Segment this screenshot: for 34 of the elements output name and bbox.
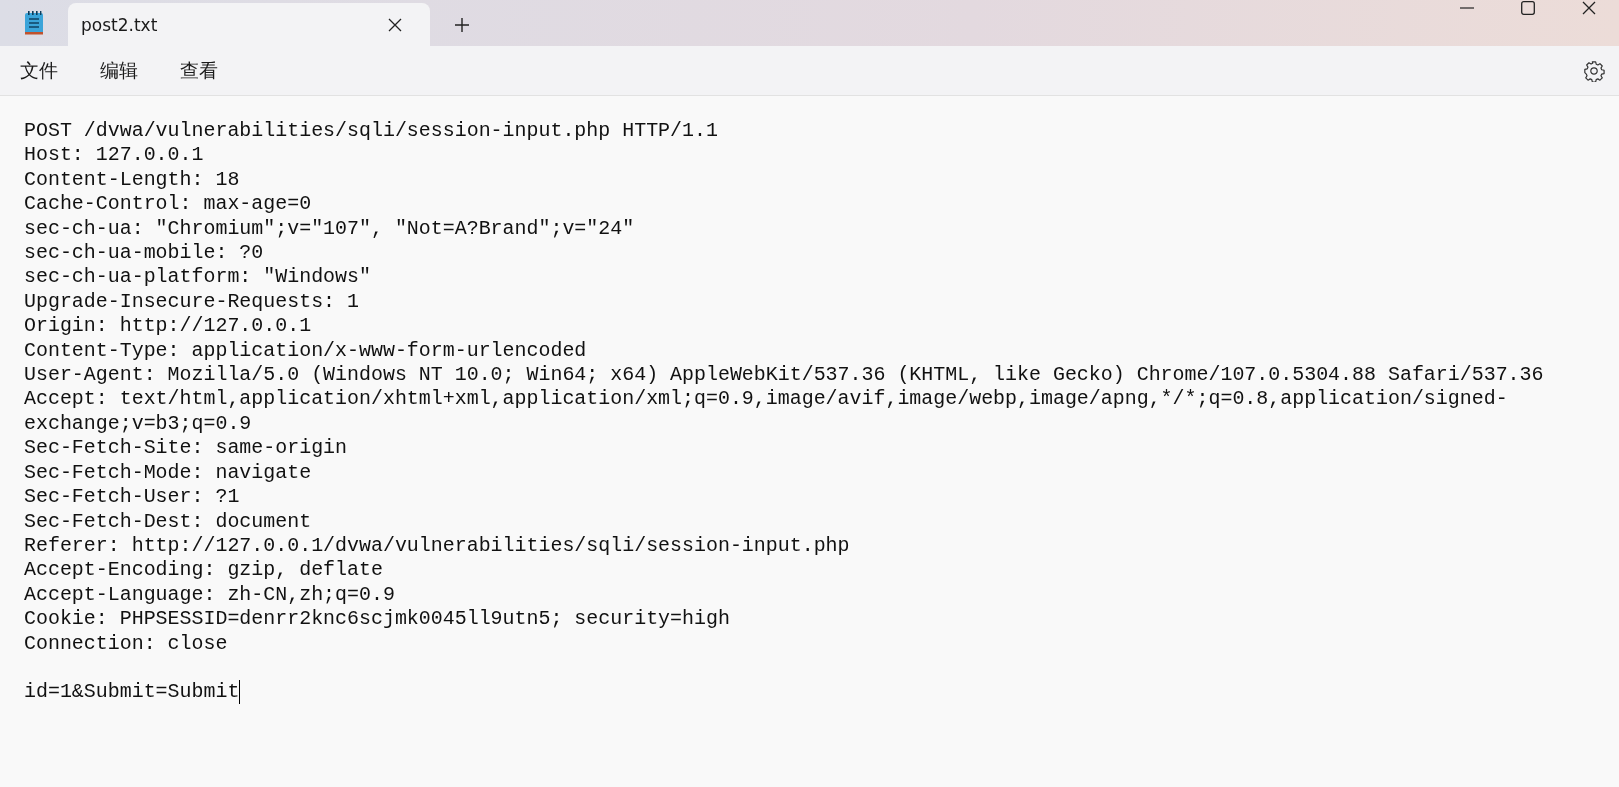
text-line: Sec-Fetch-Dest: document (24, 509, 312, 534)
maximize-icon (1520, 1, 1535, 15)
minimize-icon (1459, 7, 1474, 9)
text-line: User-Agent: Mozilla/5.0 (Windows NT 10.0; Win64; x64) AppleWebKit/537.36 (KHTML, like Gecko) Chrome/107.0.5304.88 Safari/537.36 (24, 363, 1544, 388)
text-line: sec-ch-ua-platform: "Windows" (24, 265, 371, 290)
text-line: Content-Length: 18 (24, 167, 240, 193)
text-line: Sec-Fetch-Mode: navigate (24, 460, 312, 486)
settings-icon[interactable] (1583, 59, 1605, 82)
text-line: sec-ch-ua-mobile: ?0 (24, 241, 264, 266)
menu-item[interactable]: 编辑 (88, 53, 150, 88)
text-line: Referer: http://127.0.0.1/dvwa/vulnerabilities/sqli/session-input.php (24, 533, 850, 559)
text-line: Sec-Fetch-Site: same-origin (24, 436, 348, 461)
close-icon (1581, 1, 1596, 15)
close-tab-icon[interactable] (388, 17, 402, 32)
text-line: Accept-Language: zh-CN,zh;q=0.9 (24, 582, 395, 608)
text-line: sec-ch-ua: "Chromium";v="107", "Not=A?Brand";v="24" (24, 216, 635, 242)
text-line: Content-Type: application/x-www-form-urlencoded (24, 338, 587, 364)
menu-item[interactable]: 文件 (8, 53, 70, 88)
text-line: Sec-Fetch-User: ?1 (24, 485, 240, 510)
notepad-icon (24, 10, 44, 36)
text-line: Accept: text/html,application/xhtml+xml,application/xml;q=0.9,image/avif,image/webp,image/apng,*/*;q=0.8,application/signed- (24, 387, 1508, 412)
text-line: Accept-Encoding: gzip, deflate (24, 558, 383, 583)
menu-item[interactable]: 查看 (168, 53, 230, 88)
text-line: exchange;v=b3;q=0.9 (24, 411, 252, 437)
text-line: Origin: http://127.0.0.1 (24, 314, 312, 339)
file-tab[interactable]: post2.txt (68, 3, 430, 46)
text-line: Upgrade-Insecure-Requests: 1 (24, 289, 359, 315)
text-line: POST /dvwa/vulnerabilities/sqli/session-input.php HTTP/1.1 (24, 119, 718, 144)
plus-icon (454, 17, 470, 33)
text-line: Connection: close (24, 631, 228, 656)
text-line: Host: 127.0.0.1 (24, 143, 204, 168)
text-line: id=1&Submit=Submit (24, 680, 240, 705)
text-line: Cookie: PHPSESSID=denrr2knc6scjmk0045ll9utn5; security=high (24, 607, 730, 632)
text-line: Cache-Control: max-age=0 (24, 192, 312, 217)
